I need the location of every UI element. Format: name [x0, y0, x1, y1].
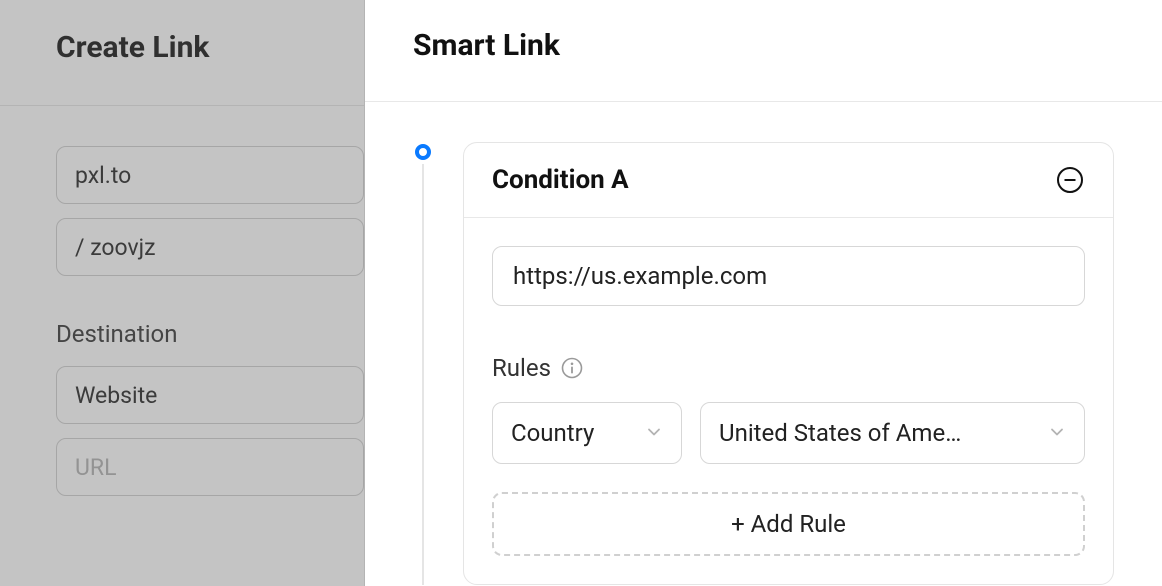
- timeline: [413, 142, 433, 585]
- rule-type-value: Country: [511, 419, 606, 447]
- domain-field-value: pxl.to: [75, 162, 131, 189]
- rule-row: Country United States of Ame…: [492, 402, 1085, 464]
- rule-type-select[interactable]: Country: [492, 402, 682, 464]
- path-field[interactable]: / zoovjz: [56, 218, 364, 276]
- condition-url-input[interactable]: https://us.example.com: [492, 246, 1085, 306]
- add-rule-button[interactable]: + Add Rule: [492, 492, 1085, 556]
- domain-field[interactable]: pxl.to: [56, 146, 364, 204]
- rule-value-select[interactable]: United States of Ame…: [700, 402, 1085, 464]
- remove-condition-button[interactable]: [1055, 165, 1085, 195]
- destination-label: Destination: [56, 320, 364, 348]
- condition-card: Condition A https://us.example.com Rules: [463, 142, 1114, 585]
- destination-type-select[interactable]: Website: [56, 366, 364, 424]
- path-field-value: / zoovjz: [75, 234, 156, 261]
- smart-link-panel: Smart Link Condition A: [365, 0, 1162, 586]
- rules-label: Rules: [492, 354, 551, 382]
- minus-circle-icon: [1056, 166, 1084, 194]
- rule-value-text: United States of Ame…: [719, 419, 973, 447]
- timeline-dot-icon: [415, 144, 431, 160]
- timeline-line: [422, 164, 424, 585]
- add-rule-label: + Add Rule: [731, 510, 846, 538]
- destination-url-placeholder: URL: [75, 454, 116, 481]
- create-link-panel: Create Link pxl.to / zoovjz Destination …: [0, 0, 365, 586]
- info-icon[interactable]: [561, 357, 583, 379]
- smart-link-title: Smart Link: [413, 28, 1114, 63]
- condition-url-value: https://us.example.com: [513, 262, 767, 290]
- destination-url-field[interactable]: URL: [56, 438, 364, 496]
- create-link-title: Create Link: [56, 30, 364, 65]
- destination-type-value: Website: [75, 382, 157, 409]
- condition-title: Condition A: [492, 165, 629, 195]
- chevron-down-icon: [1048, 419, 1066, 447]
- chevron-down-icon: [645, 419, 663, 447]
